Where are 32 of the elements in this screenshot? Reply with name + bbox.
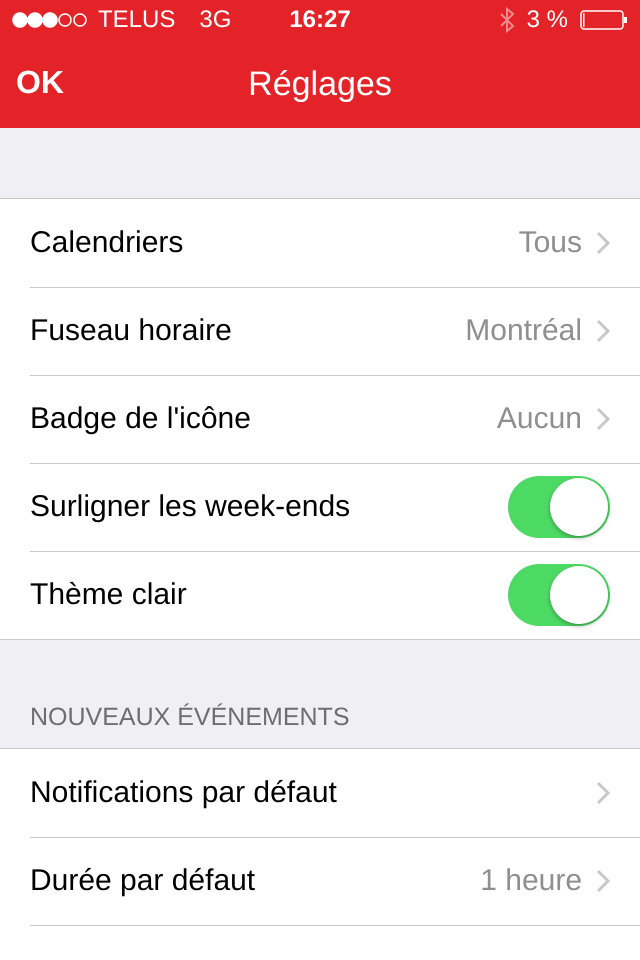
chevron-icon [596, 231, 610, 255]
screen-title: Réglages [248, 64, 392, 104]
row-label: Fuseau horaire [30, 314, 233, 348]
row-label: Calendriers [30, 226, 184, 260]
row-value: 1 heure [480, 864, 582, 898]
row-label: Surligner les week-ends [30, 490, 352, 524]
settings-row[interactable]: Calendriers Tous [0, 199, 640, 287]
toggle-switch[interactable] [508, 476, 610, 538]
settings-row[interactable]: Durée par défaut 1 heure [30, 837, 640, 926]
status-time: 16:27 [289, 6, 351, 34]
chevron-icon [596, 319, 610, 343]
row-value: Montréal [465, 314, 582, 348]
battery-percent: 3 % [526, 6, 568, 34]
network-type: 3G [199, 6, 232, 34]
settings-row[interactable]: Notifications par défaut [0, 749, 640, 837]
carrier-name: TELUS [98, 6, 176, 34]
bluetooth-icon [498, 7, 515, 33]
row-value: Tous [518, 226, 582, 260]
chevron-icon [596, 407, 610, 431]
row-label: Notifications par défaut [30, 776, 338, 810]
settings-row[interactable]: Fuseau horaire Montréal [0, 287, 640, 375]
row-label: Durée par défaut [30, 864, 256, 898]
toggle-switch[interactable] [508, 564, 610, 626]
chevron-icon [596, 781, 610, 805]
settings-row[interactable]: Badge de l'icône Aucun [0, 375, 640, 463]
battery-icon [580, 10, 628, 30]
row-value: Aucun [496, 402, 582, 436]
chevron-icon [596, 869, 610, 893]
ok-button[interactable]: OK [16, 64, 64, 101]
row-label: Badge de l'icône [30, 402, 252, 436]
section-header: NOUVEAUX ÉVÉNEMENTS [30, 703, 350, 732]
row-label: Thème clair [30, 578, 188, 612]
